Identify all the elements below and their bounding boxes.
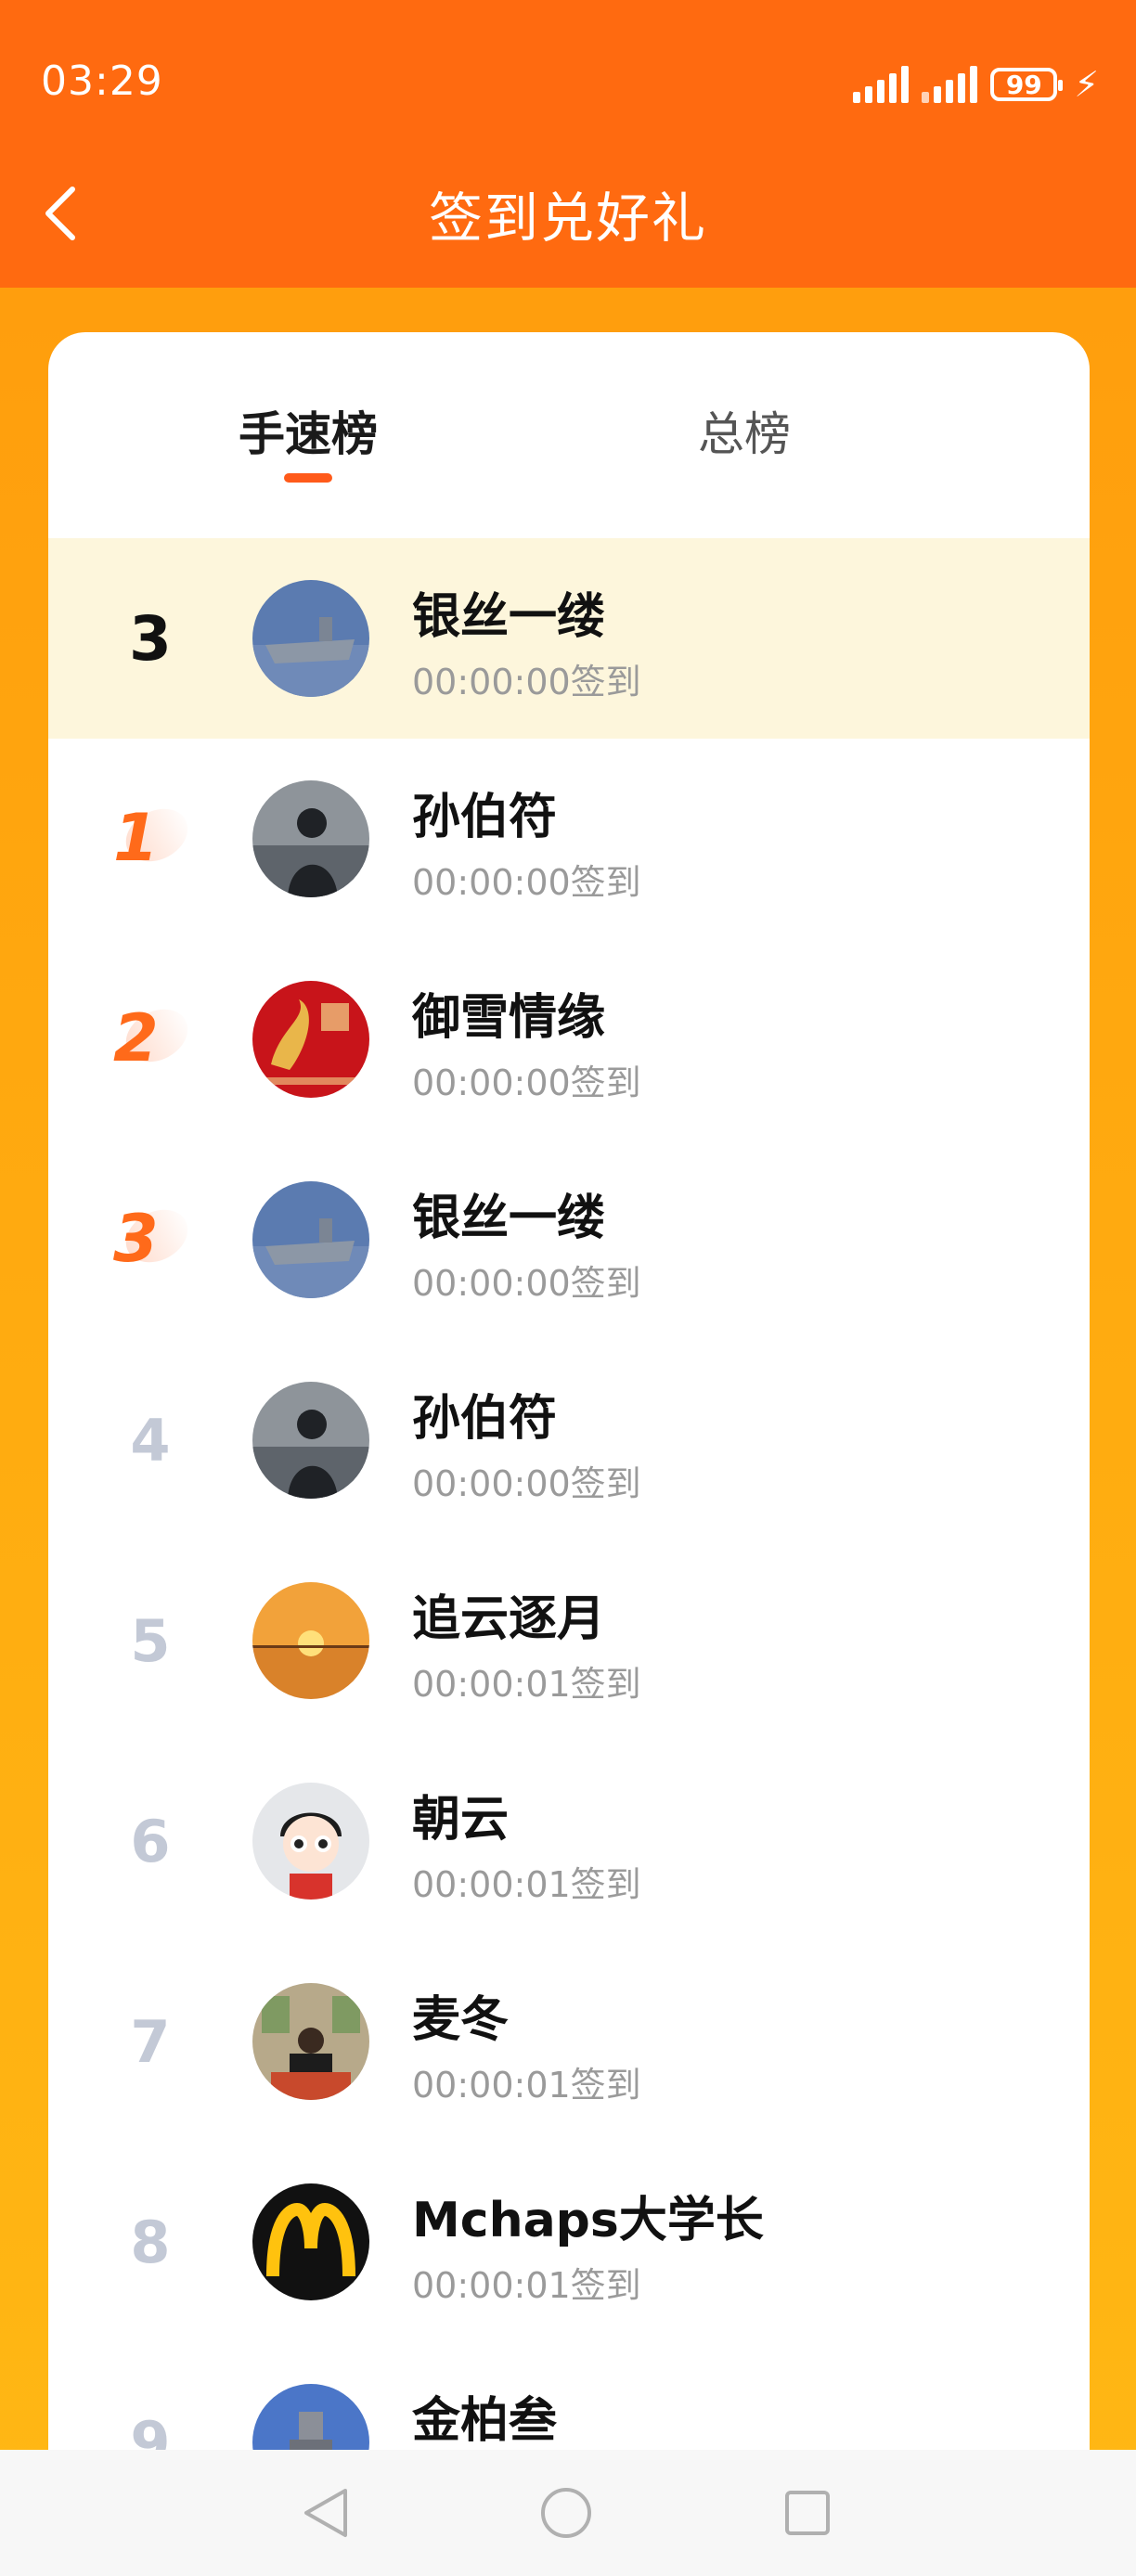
my-rank-row[interactable]: 3 银丝一缕 00:00:00签到: [48, 538, 1090, 739]
signal-icon-2: [922, 66, 978, 103]
triangle-back-icon: [304, 2489, 347, 2537]
aircraft-carrier-avatar: [252, 1181, 369, 1298]
rank-number: 6: [130, 1807, 171, 1875]
checkin-time: 00:00:00签到: [412, 1063, 641, 1103]
list-item[interactable]: 5 追云逐月 00:00:01签到: [48, 1540, 1090, 1741]
list-item[interactable]: 3 银丝一缕 00:00:00签到: [48, 1140, 1090, 1340]
page-title: 签到兑好礼: [428, 187, 707, 250]
tab-bar: 手速榜 总榜: [48, 332, 1090, 536]
sunset-avatar: [252, 1582, 369, 1699]
user-name: 朝云: [412, 1792, 510, 1848]
battery-icon: 99: [990, 68, 1064, 101]
nav-recents-button[interactable]: [770, 2476, 845, 2550]
app-header: 03:29 99 ⚡ 签到兑好礼: [0, 0, 1136, 288]
checkin-time: 00:00:00签到: [412, 1463, 641, 1504]
rank-medal-2: 2: [104, 993, 198, 1086]
silhouette-avatar: [252, 780, 369, 897]
user-name: 御雪情缘: [412, 990, 606, 1046]
list-item[interactable]: 7 麦冬 00:00:01签到: [48, 1941, 1090, 2142]
cartoon-girl-avatar: [252, 1783, 369, 1900]
checkin-time: 00:00:00签到: [412, 862, 641, 903]
list-item[interactable]: 6 朝云 00:00:01签到: [48, 1741, 1090, 1941]
rank-number: 1: [113, 800, 159, 876]
list-item[interactable]: 2 御雪情缘 00:00:00签到: [48, 939, 1090, 1140]
user-name: 金柏叁: [412, 2393, 558, 2449]
mcdonalds-logo-avatar: [252, 2183, 369, 2300]
list-item[interactable]: 4 孙伯符 00:00:00签到: [48, 1340, 1090, 1540]
rank-number: 2: [113, 1000, 159, 1076]
aircraft-carrier-avatar: [252, 580, 369, 697]
leaderboard-card: 手速榜 总榜 3 银丝一缕 00:00:00签到 1 孙伯符 00:00:00签…: [48, 332, 1090, 2467]
charging-icon: ⚡: [1074, 64, 1099, 105]
rank-number: 5: [130, 1606, 171, 1675]
user-name: Mchaps大学长: [412, 2193, 764, 2248]
list-item[interactable]: 1 孙伯符 00:00:00签到: [48, 739, 1090, 939]
user-name: 银丝一缕: [412, 589, 606, 645]
system-nav-bar: [0, 2450, 1136, 2576]
rank-medal-3: 3: [104, 1193, 198, 1286]
rank-number: 8: [130, 2208, 171, 2276]
rank-medal-1: 1: [104, 792, 198, 885]
nav-home-button[interactable]: [529, 2476, 603, 2550]
square-recents-icon: [785, 2491, 830, 2535]
list-item[interactable]: 9 金柏叁: [48, 2342, 1090, 2467]
checkin-time: 00:00:00签到: [412, 662, 641, 702]
user-name: 孙伯符: [412, 1391, 558, 1447]
red-dragon-avatar: [252, 981, 369, 1098]
silhouette-avatar: [252, 1382, 369, 1499]
checkin-time: 00:00:00签到: [412, 1263, 641, 1304]
status-icons: 99 ⚡: [853, 61, 1099, 108]
battery-level: 99: [1005, 69, 1042, 100]
user-name: 银丝一缕: [412, 1191, 606, 1246]
person-at-desk-avatar: [252, 1983, 369, 2100]
rank-number: 3: [129, 602, 172, 675]
checkin-time: 00:00:01签到: [412, 1864, 641, 1905]
tab-indicator: [284, 473, 332, 483]
user-name: 追云逐月: [412, 1591, 606, 1647]
status-time: 03:29: [41, 58, 163, 105]
nav-back-button[interactable]: [288, 2476, 362, 2550]
user-name: 麦冬: [412, 1992, 510, 2048]
checkin-time: 00:00:01签到: [412, 2265, 641, 2306]
rank-number: 4: [130, 1406, 171, 1475]
checkin-time: 00:00:01签到: [412, 1664, 641, 1705]
list-item[interactable]: 8 Mchaps大学长 00:00:01签到: [48, 2142, 1090, 2342]
tab-overall-ranking[interactable]: 总榜: [605, 397, 884, 464]
rank-number: 7: [130, 2007, 171, 2076]
tab-speed-ranking[interactable]: 手速榜: [169, 397, 447, 464]
rank-number: 3: [113, 1201, 159, 1277]
signal-icon: [853, 66, 910, 103]
user-name: 孙伯符: [412, 790, 558, 845]
checkin-time: 00:00:01签到: [412, 2065, 641, 2106]
circle-home-icon: [541, 2488, 591, 2538]
